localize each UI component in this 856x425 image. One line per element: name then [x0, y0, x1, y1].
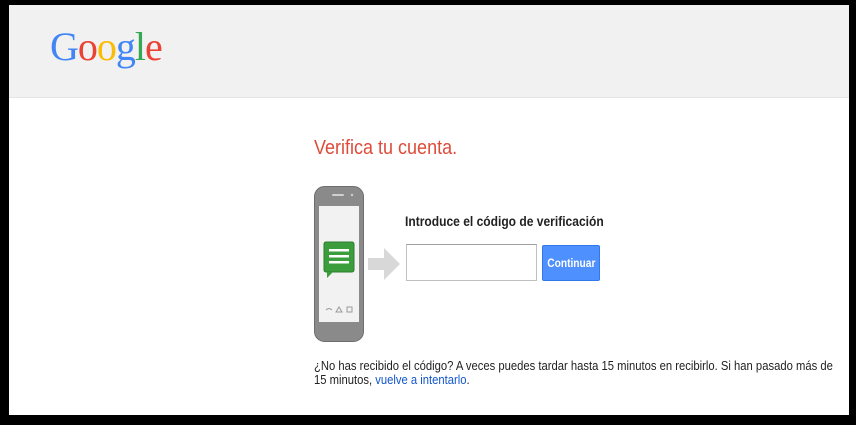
logo-letter: o	[96, 24, 117, 69]
continue-button[interactable]: Continuar	[542, 245, 600, 281]
page-title: Verifica tu cuenta.	[314, 137, 458, 159]
header-bar: Google	[9, 5, 849, 98]
logo-letter: e	[145, 24, 163, 69]
google-logo[interactable]: Google	[50, 24, 163, 69]
continue-button-label: Continuar	[547, 256, 596, 270]
verification-code-label: Introduce el código de verificación	[405, 213, 604, 229]
smartphone-message-icon	[314, 186, 364, 342]
arrow-right-icon	[368, 248, 400, 280]
logo-letter: G	[50, 24, 79, 69]
help-text-end: .	[466, 372, 470, 387]
help-text: ¿No has recibido el código? A veces pued…	[314, 359, 833, 387]
retry-link[interactable]: vuelve a intentarlo	[375, 372, 466, 387]
logo-letter: o	[77, 24, 98, 69]
verification-code-input[interactable]	[406, 244, 537, 281]
page-frame: Google Verifica tu cuenta. Introduce el …	[9, 5, 849, 415]
logo-letter: g	[115, 24, 136, 69]
logo-letter: l	[134, 24, 146, 69]
